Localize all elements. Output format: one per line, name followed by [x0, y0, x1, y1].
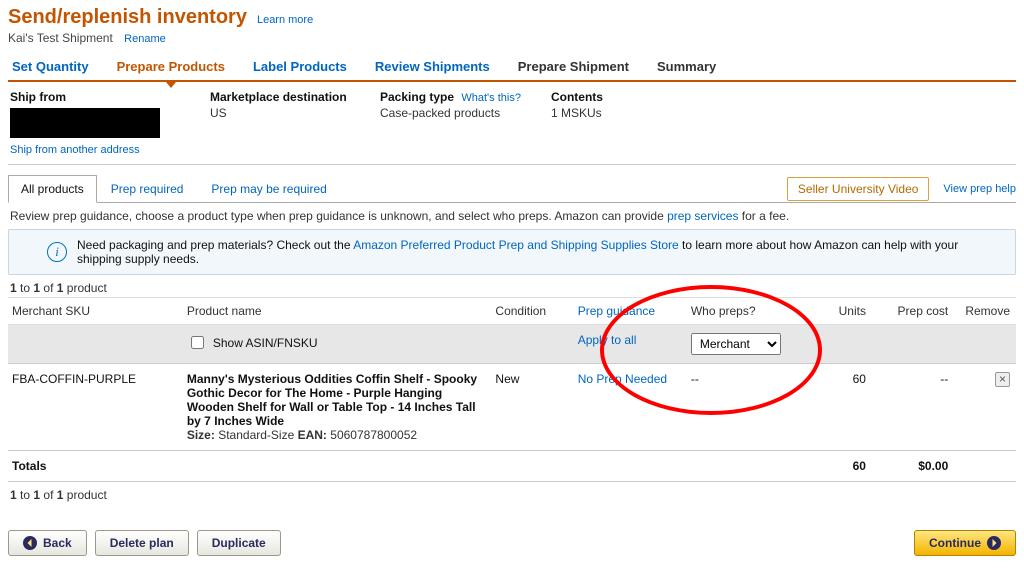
back-button[interactable]: Back: [8, 530, 87, 556]
prep-services-link[interactable]: prep services: [667, 209, 738, 223]
arrow-right-icon: [987, 536, 1001, 550]
th-remove: Remove: [954, 298, 1016, 325]
page-title: Send/replenish inventory: [8, 6, 247, 29]
who-preps-select[interactable]: Merchant Amazon: [691, 333, 781, 355]
help-text: Review prep guidance, choose a product t…: [10, 209, 1014, 223]
delete-plan-button[interactable]: Delete plan: [95, 530, 189, 556]
ean-value: 5060787800052: [330, 428, 417, 442]
show-asin-input[interactable]: [191, 336, 204, 349]
shipment-name: Kai's Test Shipment: [8, 31, 113, 45]
packing-label: Packing type: [380, 90, 454, 104]
th-prep-cost: Prep cost: [872, 298, 954, 325]
contents-label: Contents: [551, 90, 691, 104]
tab-prepare-products[interactable]: Prepare Products: [115, 53, 227, 80]
totals-units: 60: [800, 451, 872, 482]
apply-to-all-link[interactable]: Apply to all: [578, 333, 637, 347]
th-condition: Condition: [491, 298, 573, 325]
learn-more-link[interactable]: Learn more: [257, 14, 313, 26]
ship-from-label: Ship from: [10, 90, 180, 104]
cell-condition: New: [491, 364, 573, 451]
cell-who-preps: --: [687, 364, 800, 451]
ean-label: EAN:: [298, 428, 327, 442]
rename-link[interactable]: Rename: [124, 33, 166, 45]
arrow-left-icon: [23, 536, 37, 550]
marketplace-value: US: [210, 106, 350, 120]
tab-review-shipments[interactable]: Review Shipments: [373, 53, 492, 80]
show-asin-label: Show ASIN/FNSKU: [213, 336, 318, 350]
remove-row-button[interactable]: ×: [995, 372, 1010, 387]
packing-whats-this-link[interactable]: What's this?: [461, 92, 521, 104]
packing-value: Case-packed products: [380, 106, 521, 120]
duplicate-label: Duplicate: [212, 536, 266, 550]
pager-top: 1 to 1 of 1 product: [10, 281, 1014, 295]
show-asin-checkbox[interactable]: Show ASIN/FNSKU: [187, 333, 486, 352]
table-row: FBA-COFFIN-PURPLE Manny's Mysterious Odd…: [8, 364, 1016, 451]
seller-university-button[interactable]: Seller University Video: [787, 177, 930, 201]
tab-summary: Summary: [655, 53, 718, 80]
cell-prep-cost: --: [872, 364, 954, 451]
supplies-store-link[interactable]: Amazon Preferred Product Prep and Shippi…: [353, 238, 679, 252]
marketplace-label: Marketplace destination: [210, 90, 350, 104]
view-prep-help-link[interactable]: View prep help: [943, 183, 1016, 195]
size-label: Size:: [187, 428, 215, 442]
delete-plan-label: Delete plan: [110, 536, 174, 550]
help-text-suffix: for a fee.: [738, 209, 789, 223]
th-sku: Merchant SKU: [8, 298, 183, 325]
th-units: Units: [800, 298, 872, 325]
cell-units: 60: [800, 364, 872, 451]
tab-label-products[interactable]: Label Products: [251, 53, 349, 80]
ship-from-another-link[interactable]: Ship from another address: [10, 144, 180, 156]
info-icon: i: [47, 242, 67, 262]
cell-prep-guidance[interactable]: No Prep Needed: [578, 372, 667, 386]
tab-prepare-shipment: Prepare Shipment: [516, 53, 631, 80]
th-product-name: Product name: [183, 298, 492, 325]
duplicate-button[interactable]: Duplicate: [197, 530, 281, 556]
help-text-prefix: Review prep guidance, choose a product t…: [10, 209, 667, 223]
subtab-prep-maybe[interactable]: Prep may be required: [197, 176, 340, 202]
th-prep-guidance[interactable]: Prep guidance: [574, 298, 687, 325]
pager-bottom: 1 to 1 of 1 product: [10, 488, 1014, 502]
totals-label: Totals: [8, 451, 183, 482]
subtab-prep-required[interactable]: Prep required: [97, 176, 198, 202]
back-button-label: Back: [43, 536, 72, 550]
info-banner: i Need packaging and prep materials? Che…: [8, 229, 1016, 275]
totals-prep-cost: $0.00: [872, 451, 954, 482]
continue-button[interactable]: Continue: [914, 530, 1016, 556]
contents-value: 1 MSKUs: [551, 106, 691, 120]
banner-prefix: Need packaging and prep materials? Check…: [77, 238, 353, 252]
continue-label: Continue: [929, 536, 981, 550]
size-value: Standard-Size: [218, 428, 294, 442]
subtab-all-products[interactable]: All products: [8, 175, 97, 203]
cell-sku: FBA-COFFIN-PURPLE: [8, 364, 183, 451]
ship-from-redacted: [10, 108, 160, 138]
cell-product-name: Manny's Mysterious Oddities Coffin Shelf…: [187, 372, 486, 428]
th-who-preps: Who preps?: [687, 298, 800, 325]
tab-set-quantity[interactable]: Set Quantity: [10, 53, 91, 80]
